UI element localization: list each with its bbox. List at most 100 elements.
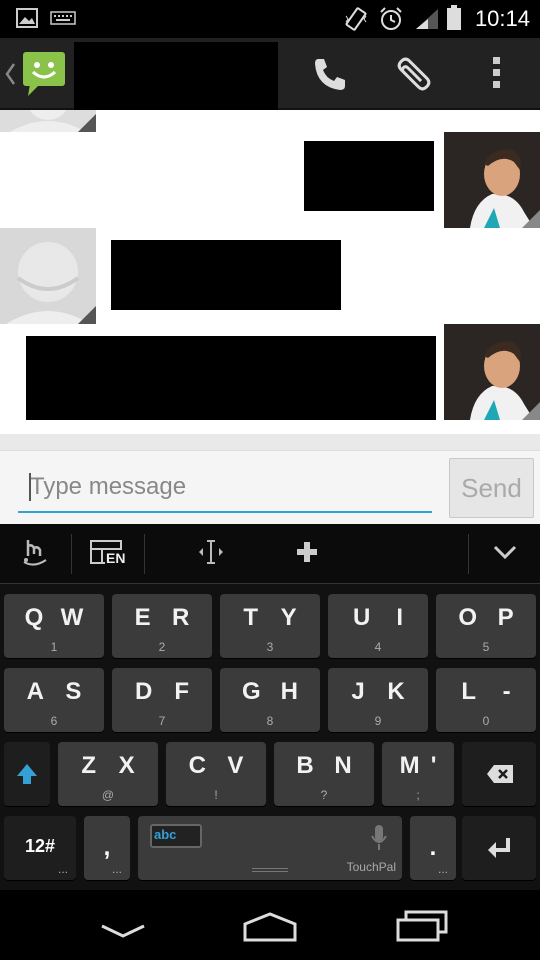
- key-alt: 1: [50, 640, 58, 654]
- key-alt: ;: [416, 788, 420, 802]
- period-key[interactable]: . ...: [410, 816, 456, 880]
- hide-keyboard-button[interactable]: [470, 524, 540, 584]
- key-letter: U: [352, 604, 371, 631]
- key-alt: 7: [158, 714, 166, 728]
- recents-nav-button[interactable]: [380, 900, 464, 952]
- contact-avatar: [0, 110, 96, 132]
- shift-icon: [15, 762, 39, 791]
- key-gh[interactable]: GH 8: [220, 668, 320, 732]
- key-ty[interactable]: TY 3: [220, 594, 320, 658]
- key-letter: O: [458, 604, 477, 631]
- key-zx[interactable]: ZX @: [58, 742, 158, 806]
- message-row-partial[interactable]: [0, 110, 540, 132]
- compose-bar: Send: [0, 450, 540, 524]
- cursor-move-icon: [197, 537, 225, 572]
- attach-button[interactable]: [384, 46, 444, 102]
- back-nav-icon: [100, 920, 146, 945]
- key-m-apostrophe[interactable]: M ' ;: [382, 742, 454, 806]
- key-letter: N: [334, 752, 352, 779]
- backspace-icon: [486, 764, 514, 789]
- key-letter: ': [430, 752, 437, 779]
- space-key[interactable]: abc TouchPal: [138, 816, 402, 880]
- overflow-menu-icon: [492, 56, 502, 95]
- space-bar-handle: [252, 868, 288, 872]
- key-letter: D: [134, 678, 153, 705]
- keyboard-brand: TouchPal: [346, 860, 396, 874]
- layout-button[interactable]: EN: [72, 524, 144, 584]
- key-letter: Y: [280, 604, 297, 631]
- recents-nav-icon: [396, 908, 450, 947]
- message-text-redacted: [304, 141, 434, 211]
- microphone-icon: [370, 824, 388, 857]
- navigation-bar: [0, 890, 540, 960]
- up-navigation[interactable]: [0, 38, 72, 110]
- avatar-corner: [78, 306, 96, 324]
- key-er[interactable]: ER 2: [112, 594, 212, 658]
- key-letter: H: [280, 678, 298, 705]
- key-op[interactable]: OP 5: [436, 594, 536, 658]
- add-button[interactable]: [272, 524, 342, 584]
- key-qw[interactable]: QW 1: [4, 594, 104, 658]
- key-alt: 8: [266, 714, 274, 728]
- contact-name-redacted[interactable]: [74, 42, 278, 112]
- key-letter: -: [502, 678, 511, 705]
- more-dots: ...: [111, 862, 122, 876]
- key-l-dash[interactable]: L- 0: [436, 668, 536, 732]
- back-chevron-icon: [4, 62, 16, 91]
- keyboard-toolbar: EN: [0, 524, 540, 584]
- message-list[interactable]: [0, 110, 540, 450]
- toolbar-divider: [468, 534, 469, 574]
- symbols-key[interactable]: 12# ...: [4, 816, 76, 880]
- layout-en-label: EN: [105, 550, 127, 566]
- key-alt: 5: [482, 640, 490, 654]
- send-button[interactable]: Send: [449, 458, 534, 518]
- key-letter: G: [241, 678, 261, 705]
- message-row-sent[interactable]: [0, 132, 540, 228]
- message-input[interactable]: [18, 463, 432, 513]
- status-clock: 10:14: [474, 6, 530, 31]
- vibrate-icon: [344, 6, 368, 37]
- handwriting-icon: [20, 536, 50, 573]
- language-toggle[interactable]: abc: [150, 824, 202, 848]
- key-alt: 0: [482, 714, 490, 728]
- key-jk[interactable]: JK 9: [328, 668, 428, 732]
- key-letter: P: [497, 604, 514, 631]
- home-nav-button[interactable]: [228, 900, 312, 952]
- user-avatar: [444, 324, 540, 420]
- comma-label: ,: [103, 834, 111, 861]
- key-as[interactable]: AS 6: [4, 668, 104, 732]
- symbols-label: 12#: [24, 836, 56, 856]
- key-cv[interactable]: CV !: [166, 742, 266, 806]
- key-alt: @: [101, 788, 115, 802]
- more-dots: ...: [437, 862, 448, 876]
- key-letter: T: [243, 604, 258, 631]
- keyboard: QW 1 ER 2 TY 3 UI 4 OP 5 AS 6 DF 7 GH 8 …: [0, 584, 540, 890]
- messaging-app-icon: [20, 50, 68, 103]
- avatar-corner: [522, 210, 540, 228]
- call-button[interactable]: [300, 46, 360, 102]
- back-nav-button[interactable]: [80, 900, 164, 952]
- hide-keyboard-icon: [493, 544, 517, 565]
- paperclip-icon: [392, 52, 436, 101]
- key-df[interactable]: DF 7: [112, 668, 212, 732]
- key-letter: X: [118, 752, 135, 779]
- comma-key[interactable]: , ...: [84, 816, 130, 880]
- cursor-move-button[interactable]: [176, 524, 246, 584]
- backspace-key[interactable]: [462, 742, 536, 806]
- key-ui[interactable]: UI 4: [328, 594, 428, 658]
- phone-icon: [312, 56, 348, 97]
- message-row-sent[interactable]: [0, 324, 540, 434]
- enter-key[interactable]: [462, 816, 536, 880]
- key-alt: 3: [266, 640, 274, 654]
- key-letter: B: [296, 752, 314, 779]
- key-alt: !: [214, 788, 218, 802]
- handwriting-button[interactable]: [0, 524, 70, 584]
- key-bn[interactable]: BN ?: [274, 742, 374, 806]
- shift-key[interactable]: [4, 742, 50, 806]
- key-alt: 6: [50, 714, 58, 728]
- key-alt: 2: [158, 640, 166, 654]
- key-letter: Z: [81, 752, 96, 779]
- message-row-received[interactable]: [0, 228, 540, 324]
- overflow-menu-button[interactable]: [476, 46, 520, 102]
- avatar-corner: [78, 114, 96, 132]
